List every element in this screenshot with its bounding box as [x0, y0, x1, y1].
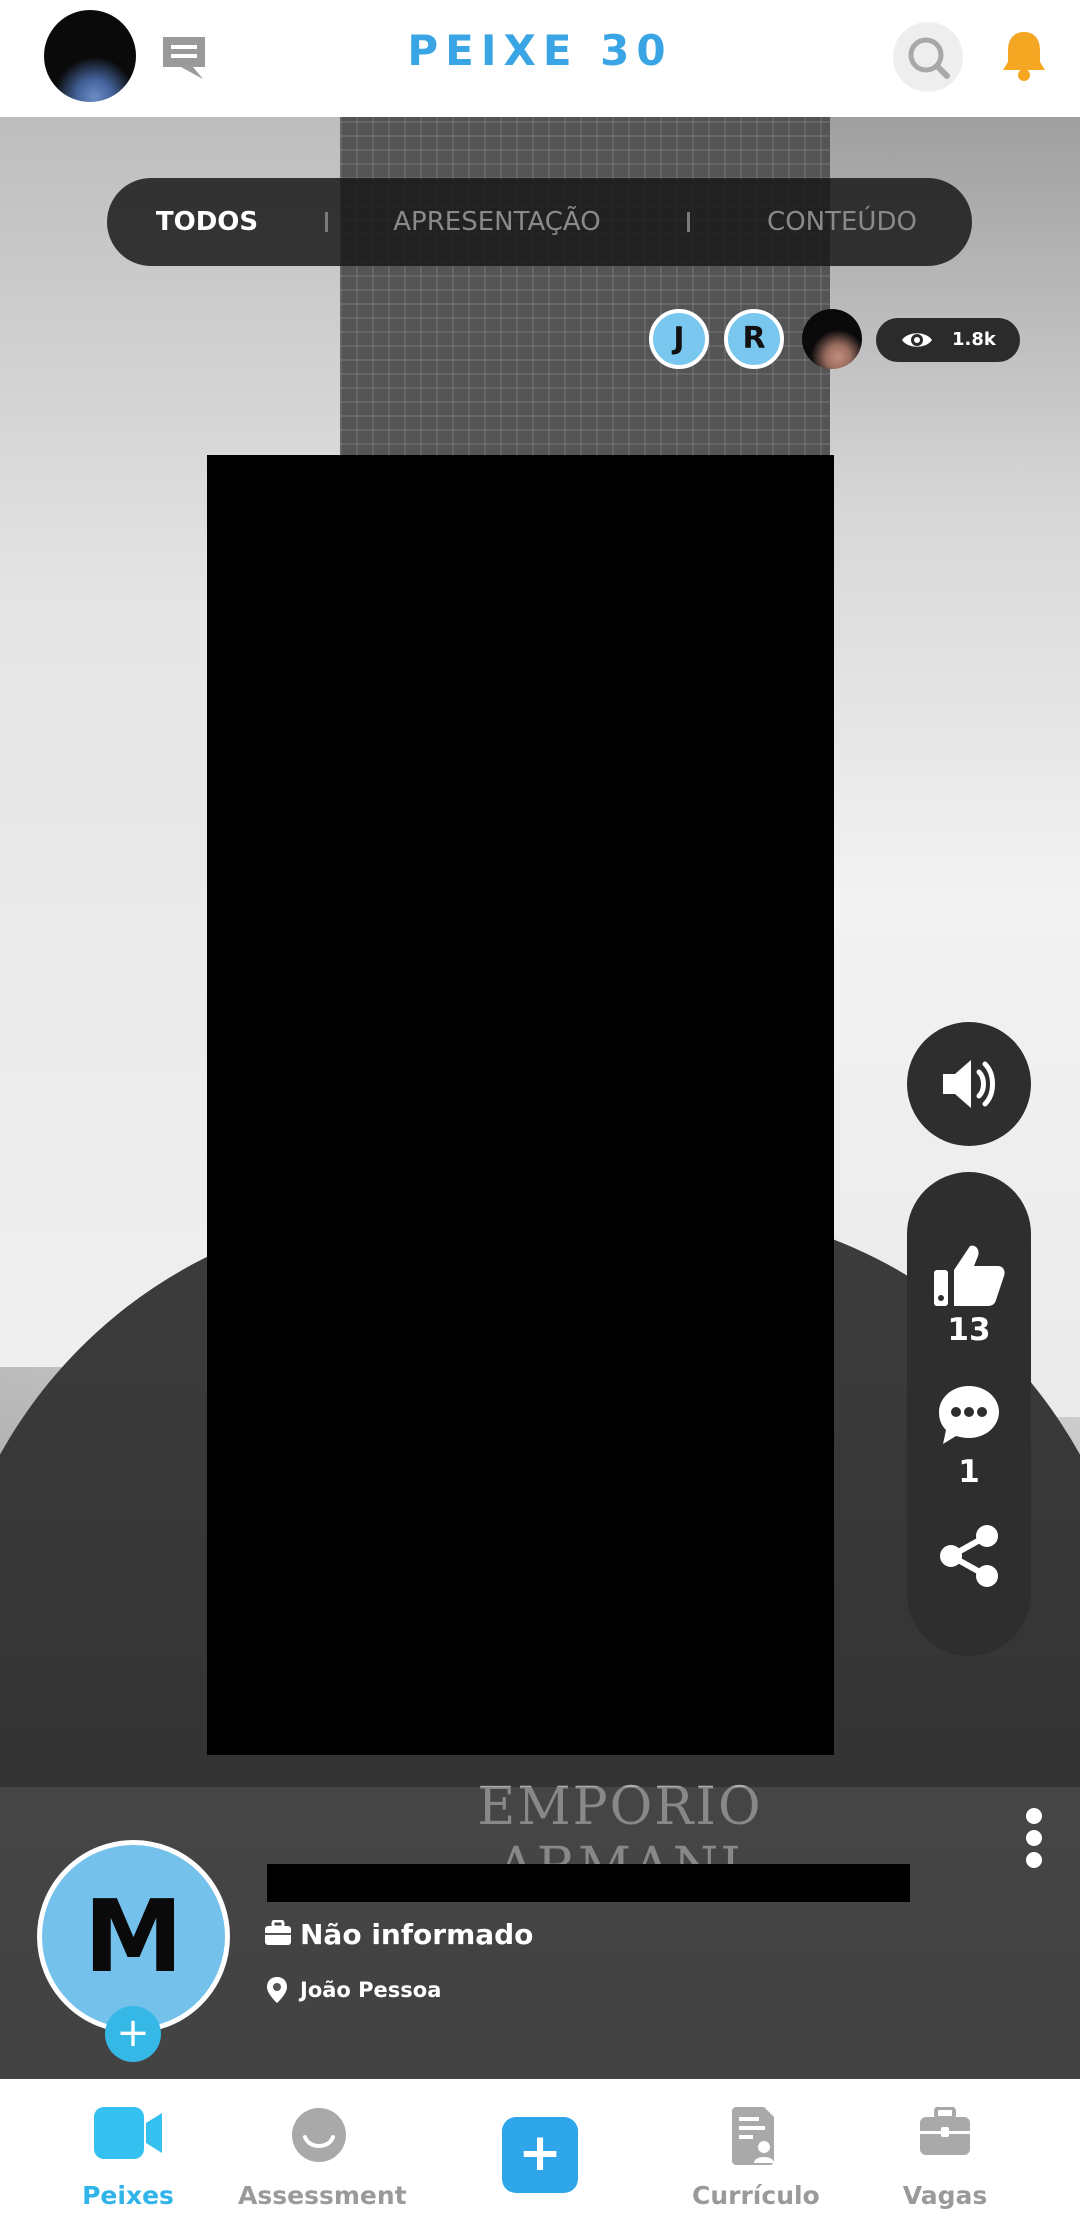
views-count: 1.8k [952, 329, 996, 350]
user-avatar[interactable] [44, 10, 136, 102]
top-app-bar: PEIXE 30 [0, 0, 1080, 117]
redacted-face-area [207, 455, 834, 1755]
speaker-icon [943, 1060, 995, 1108]
job-text: Não informado [300, 1918, 534, 1951]
video-camera-icon [94, 2107, 162, 2159]
bell-icon[interactable] [999, 28, 1049, 82]
tab-apresentacao[interactable]: APRESENTAÇÃO [372, 178, 622, 266]
create-post-button[interactable]: + [502, 2117, 578, 2193]
tab-todos[interactable]: TODOS [137, 178, 277, 266]
eye-icon [902, 333, 932, 347]
nav-label: Assessment [238, 2181, 407, 2210]
views-counter: 1.8k [876, 318, 1020, 362]
nav-label: Vagas [902, 2181, 988, 2210]
nav-label: Currículo [692, 2181, 820, 2210]
app-title: PEIXE 30 [407, 26, 673, 75]
comment-count: 1 [958, 1454, 980, 1490]
tab-conteudo[interactable]: CONTEÚDO [752, 178, 932, 266]
action-rail: 13 1 [907, 1172, 1031, 1656]
briefcase-icon [920, 2107, 970, 2155]
share-icon [940, 1525, 998, 1587]
nav-item-vagas[interactable]: Vagas [890, 2079, 1000, 2216]
comment-icon [939, 1386, 999, 1444]
smiley-icon [292, 2108, 346, 2162]
bottom-navigation: Peixes Assessment + Currículo Vagas [0, 2079, 1080, 2216]
volume-button[interactable] [907, 1022, 1031, 1146]
chat-icon[interactable] [159, 33, 209, 81]
like-count: 13 [947, 1312, 991, 1348]
follow-button[interactable]: + [105, 2006, 161, 2062]
filter-tabs: TODOS APRESENTAÇÃO CONTEÚDO [107, 178, 972, 266]
profile-name-redacted [267, 1864, 910, 1902]
search-icon[interactable] [893, 22, 963, 92]
thumbs-up-icon [934, 1245, 1005, 1306]
nav-item-assessment[interactable]: Assessment [238, 2079, 407, 2216]
tab-divider [325, 212, 328, 232]
viewer-avatar[interactable]: R [724, 309, 784, 369]
briefcase-icon [265, 1920, 291, 1945]
more-options-icon[interactable] [1022, 1808, 1046, 1868]
viewer-avatar-photo[interactable] [802, 309, 862, 369]
like-button[interactable] [907, 1242, 1031, 1312]
location-text: João Pessoa [300, 1978, 442, 2002]
nav-item-peixes[interactable]: Peixes [68, 2079, 188, 2216]
resume-icon [732, 2107, 774, 2165]
tab-divider [687, 212, 690, 232]
nav-label: Peixes [82, 2181, 174, 2210]
location-pin-icon [267, 1977, 287, 2003]
profile-avatar[interactable]: M [37, 1840, 230, 2033]
share-button[interactable] [907, 1524, 1031, 1592]
nav-item-curriculo[interactable]: Currículo [692, 2079, 820, 2216]
comment-button[interactable] [907, 1384, 1031, 1450]
viewer-avatar[interactable]: J [649, 309, 709, 369]
